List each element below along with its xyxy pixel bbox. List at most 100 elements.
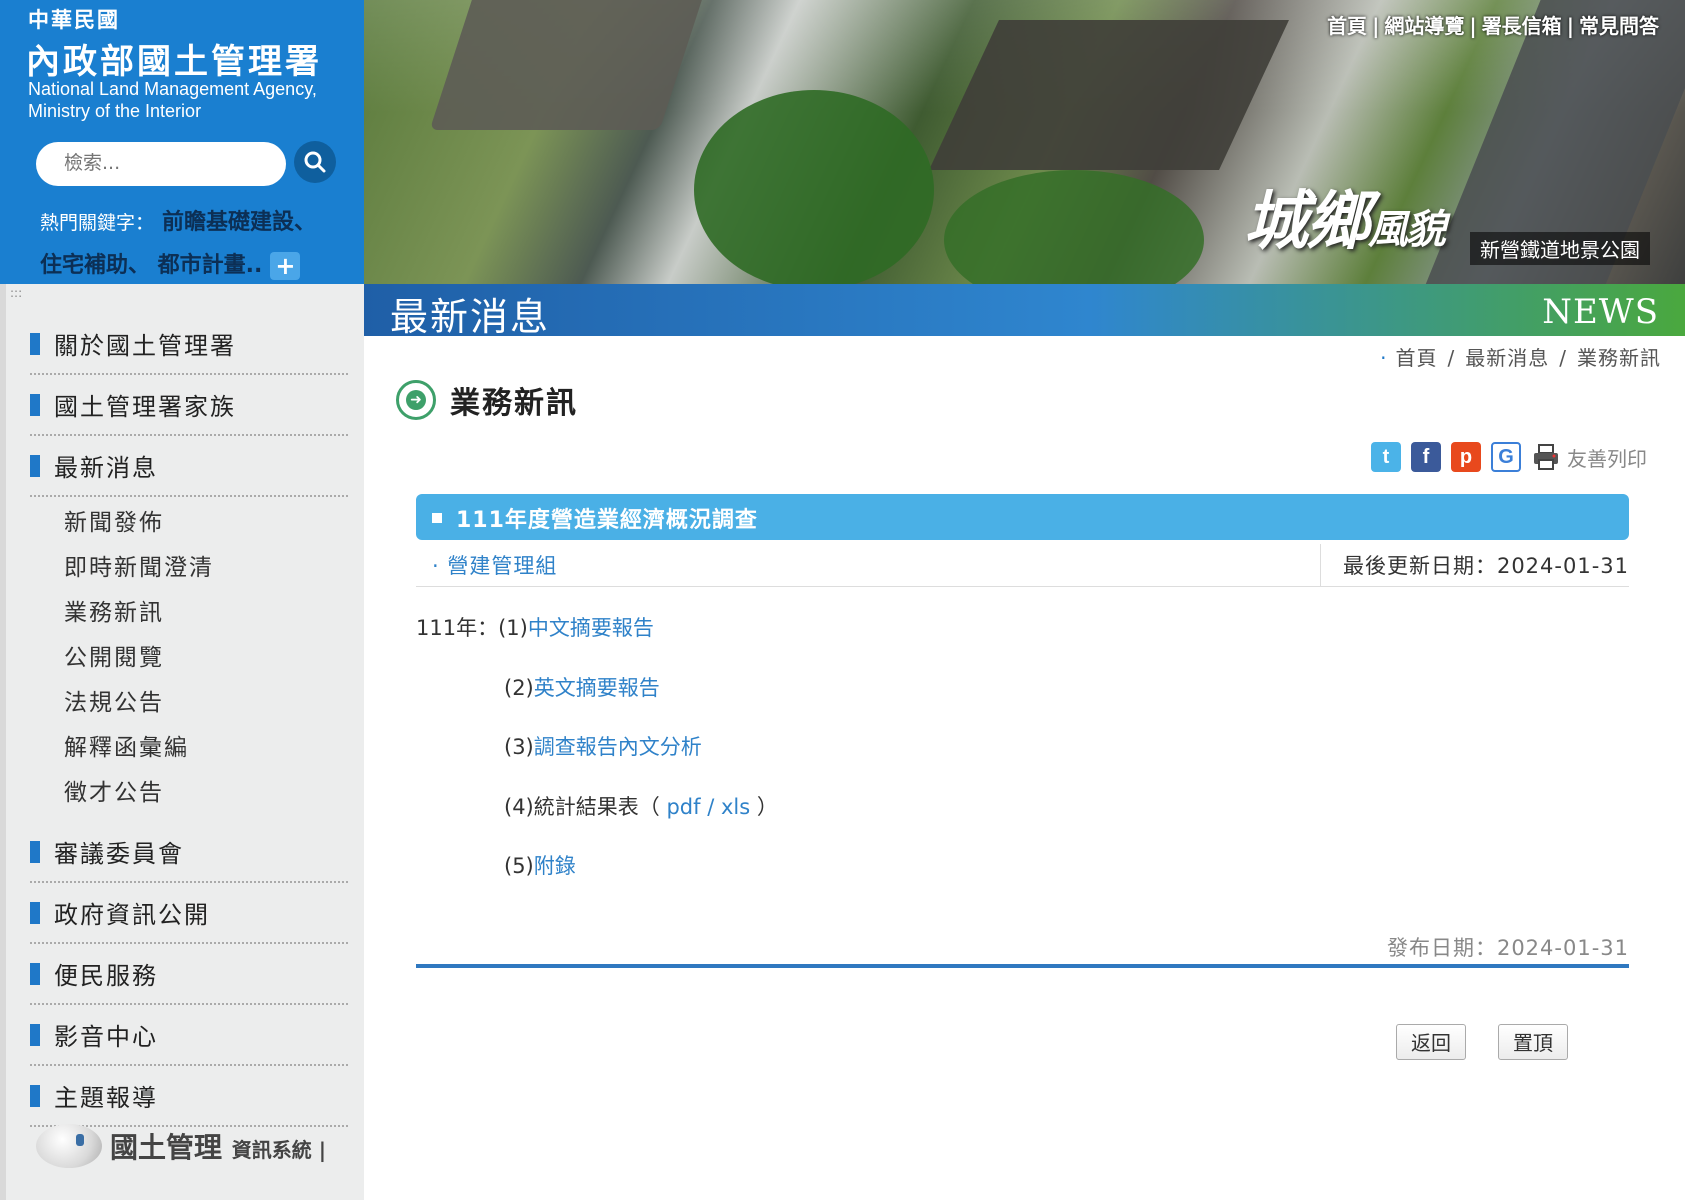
article-unit: 營建管理組 (447, 554, 558, 578)
facebook-icon[interactable]: f (1411, 442, 1441, 472)
banner-tree-shape (694, 90, 934, 284)
google-icon[interactable]: G (1491, 442, 1521, 472)
sidebar: ::: 關於國土管理署 國土管理署家族 最新消息 新聞發佈 即時新聞澄清 業務新… (0, 284, 364, 1200)
plurk-icon[interactable]: p (1451, 442, 1481, 472)
appendix-link[interactable]: 附錄 (534, 854, 576, 878)
section-banner-title: 最新消息 (390, 295, 551, 339)
line-separator: / (707, 795, 715, 819)
sidebar-item-about[interactable]: 關於國土管理署 (30, 314, 348, 375)
top-button[interactable]: 置頂 (1498, 1024, 1568, 1060)
sidebar-subitem-public-review[interactable]: 公開閱覽 (30, 636, 348, 681)
hot-keyword-link[interactable]: 前瞻基礎建設、 (162, 210, 316, 235)
sidebar-item-news[interactable]: 最新消息 (30, 436, 348, 497)
agency-name-en[interactable]: National Land Management Agency, Ministr… (28, 78, 317, 122)
more-keywords-button[interactable]: + (270, 252, 301, 280)
hot-keyword-link[interactable]: 住宅補助、 都市計畫.. (40, 253, 262, 278)
search-icon (304, 151, 326, 173)
article-line-3: (3)調查報告內文分析 (504, 731, 702, 761)
line-prefix: (3) (504, 735, 534, 759)
line-prefix: (4)統計結果表（ (504, 795, 660, 819)
page-title: 業務新訊 (450, 386, 578, 421)
sidebar-item-label: 審議委員會 (54, 840, 184, 868)
sidebar-item-media[interactable]: 影音中心 (30, 1005, 348, 1066)
back-button[interactable]: 返回 (1396, 1024, 1466, 1060)
article-line-5: (5)附錄 (504, 850, 576, 880)
search-button[interactable] (294, 141, 336, 183)
menu-bar-icon (30, 332, 36, 355)
info-system-main: 國土管理 (110, 1131, 223, 1164)
banner-tree-shape (944, 170, 1204, 284)
sidebar-subitem-regulations[interactable]: 法規公告 (30, 681, 348, 726)
breadcrumb-news[interactable]: 最新消息 (1465, 346, 1549, 370)
roc-label: 中華民國 (28, 8, 120, 32)
sidebar-item-label: 主題報導 (54, 1084, 158, 1112)
search-input[interactable] (62, 151, 276, 175)
hot-keywords-row: 熱門關鍵字： 前瞻基礎建設、 (40, 204, 316, 236)
article-bottom-rule (416, 964, 1629, 968)
publish-date: 發布日期：2024-01-31 (1386, 936, 1629, 960)
breadcrumb-home[interactable]: 首頁 (1396, 346, 1438, 370)
accesskey-dots: ::: (10, 286, 23, 300)
menu-bar-icon (30, 840, 36, 863)
banner-calligraphy-big: 城鄉 (1244, 184, 1370, 259)
sidebar-subitem-business[interactable]: 業務新訊 (30, 591, 348, 636)
breadcrumb-separator: / (1559, 346, 1567, 370)
meta-divider (1320, 544, 1321, 586)
share-toolbar: t f p G 友善列印 (1371, 442, 1647, 472)
article-meta: · 營建管理組 最後更新日期：2024-01-31 (416, 544, 1629, 587)
sidebar-subitem-clarify[interactable]: 即時新聞澄清 (30, 546, 348, 591)
agency-name-en-line1: National Land Management Agency, (28, 79, 317, 99)
sidebar-item-label: 影音中心 (54, 1023, 158, 1051)
sidebar-item-gov-info[interactable]: 政府資訊公開 (30, 883, 348, 944)
section-banner: 最新消息 NEWS (364, 284, 1685, 339)
search-box (36, 142, 286, 186)
article-line-4: (4)統計結果表（ pdf / xls ） (504, 791, 778, 821)
menu-bar-icon (30, 454, 36, 477)
brand-panel: 中華民國 內政部國土管理署 National Land Management A… (0, 0, 364, 284)
sidebar-item-label: 最新消息 (54, 454, 158, 482)
hot-keywords-label: 熱門關鍵字： (40, 212, 155, 234)
twitter-icon[interactable]: t (1371, 442, 1401, 472)
top-nav-faq[interactable]: 常見問答 (1579, 14, 1659, 38)
agency-name-zh[interactable]: 內政部國土管理署 (26, 34, 322, 83)
breadcrumb-current[interactable]: 業務新訊 (1577, 346, 1661, 370)
breadcrumb-separator: / (1447, 346, 1456, 370)
square-bullet-icon (432, 513, 442, 523)
top-nav-mailbox[interactable]: 署長信箱 (1482, 14, 1562, 38)
menu-bar-icon (30, 901, 36, 924)
top-nav-home[interactable]: 首頁 (1327, 14, 1367, 38)
banner-caption: 新營鐵道地景公園 (1470, 232, 1650, 265)
sidebar-item-committee[interactable]: 審議委員會 (30, 822, 348, 883)
page-title-row: ➜ 業務新訊 (396, 378, 578, 422)
info-system-small: 資訊系統 | (231, 1138, 327, 1162)
sidebar-item-label: 國土管理署家族 (54, 393, 236, 421)
sidebar-subitem-press[interactable]: 新聞發佈 (30, 501, 348, 546)
sidebar-subitem-interpretations[interactable]: 解釋函彙編 (30, 726, 348, 771)
banner-image: 首頁 | 網站導覽 | 署長信箱 | 常見問答 城鄉風貌 新營鐵道地景公園 (364, 0, 1685, 284)
top-nav-sitemap[interactable]: 網站導覽 (1384, 14, 1464, 38)
stats-xls-link[interactable]: xls (721, 795, 750, 819)
print-label[interactable]: 友善列印 (1567, 443, 1647, 472)
article-line-1: 111年：(1)中文摘要報告 (416, 612, 654, 642)
article-title: 111年度營造業經濟概況調查 (456, 508, 758, 533)
report-analysis-link[interactable]: 調查報告內文分析 (534, 735, 702, 759)
top-nav: 首頁 | 網站導覽 | 署長信箱 | 常見問答 (1327, 10, 1659, 39)
sidebar-item-family[interactable]: 國土管理署家族 (30, 375, 348, 436)
printer-icon[interactable] (1531, 442, 1561, 472)
article-title-bar: 111年度營造業經濟概況調查 (416, 494, 1629, 540)
sidebar-item-topics[interactable]: 主題報導 (30, 1066, 348, 1127)
stats-pdf-link[interactable]: pdf (666, 795, 700, 819)
breadcrumb: · 首頁 / 最新消息 / 業務新訊 (1380, 342, 1661, 371)
chinese-summary-link[interactable]: 中文摘要報告 (528, 616, 654, 640)
article-line-2: (2)英文摘要報告 (504, 672, 660, 702)
info-system-link[interactable]: 國土管理 資訊系統 | (36, 1124, 326, 1168)
hot-keywords-row-2: 住宅補助、 都市計畫.. + (40, 247, 301, 280)
agency-name-en-line2: Ministry of the Interior (28, 101, 202, 121)
sidebar-subitem-recruitment[interactable]: 徵才公告 (30, 771, 348, 816)
top-nav-separator: | (1372, 14, 1380, 38)
sidebar-submenu-news: 新聞發佈 即時新聞澄清 業務新訊 公開閱覽 法規公告 解釋函彙編 徵才公告 (30, 497, 348, 822)
english-summary-link[interactable]: 英文摘要報告 (534, 676, 660, 700)
sidebar-item-services[interactable]: 便民服務 (30, 944, 348, 1005)
article-unit-link[interactable]: · 營建管理組 (432, 550, 557, 580)
menu-bar-icon (30, 1084, 36, 1107)
